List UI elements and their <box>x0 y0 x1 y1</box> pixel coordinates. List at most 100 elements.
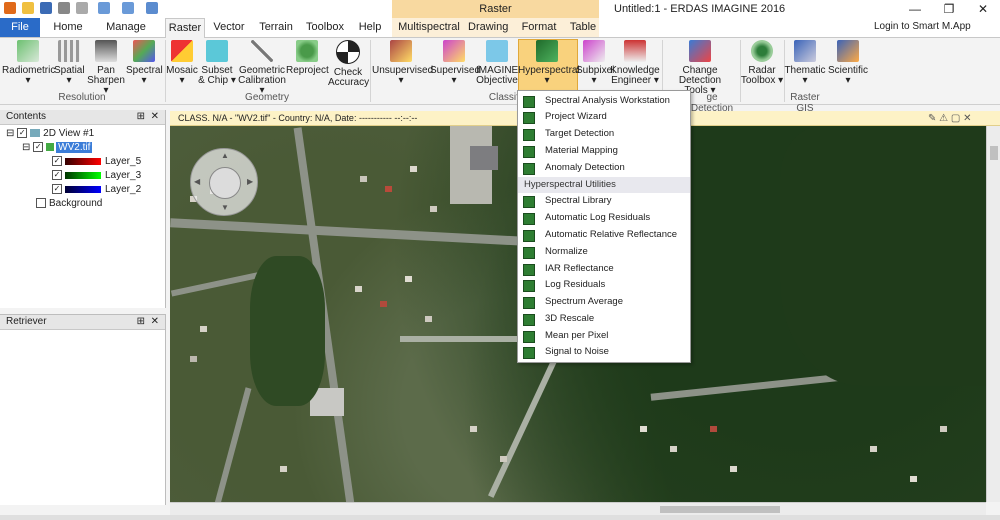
pan-up-icon[interactable]: ▲ <box>221 151 229 160</box>
pin-icon[interactable]: ⊞ <box>137 110 145 124</box>
tab-help[interactable]: Help <box>356 18 384 37</box>
tab-manage-data[interactable]: Manage Data <box>95 18 157 52</box>
subpixel-button[interactable]: Subpixel ▾ <box>576 40 614 86</box>
menu-item-automatic-relative-reflectance[interactable]: Automatic Relative Reflectance <box>518 227 690 243</box>
thematic-button[interactable]: Thematic ▾ <box>784 40 826 86</box>
maximize-button[interactable]: ❐ <box>934 1 964 17</box>
tab-file[interactable]: File <box>0 18 40 37</box>
hyperspectral-button[interactable]: Hyperspectral ▾ <box>518 40 580 86</box>
red-ramp <box>65 157 101 165</box>
close-panel-icon[interactable]: ✕ <box>151 315 159 329</box>
radiometric-button[interactable]: Radiometric ▾ <box>2 40 55 86</box>
layer-row[interactable]: ✓ Layer_5 <box>52 155 141 169</box>
spectral-button[interactable]: Spectral ▾ <box>126 40 163 86</box>
change-detection-tools-button[interactable]: Change Detection Tools ▾ <box>662 40 738 96</box>
unsupervised-icon <box>390 40 412 62</box>
pan-sharpen-button[interactable]: Pan Sharpen ▾ <box>86 40 126 96</box>
layer-checkbox[interactable]: ✓ <box>52 156 62 167</box>
zoom-out-icon[interactable] <box>122 2 134 14</box>
pan-right-icon[interactable]: ▶ <box>247 177 253 186</box>
tab-home[interactable]: Home <box>48 18 88 37</box>
tab-drawing[interactable]: Drawing <box>468 18 508 37</box>
menu-item-material-mapping[interactable]: Material Mapping <box>518 143 690 159</box>
open-icon[interactable] <box>22 2 34 14</box>
navigation-compass[interactable]: ▲ ▼ ◀ ▶ <box>190 148 258 216</box>
hyperspectral-cube-icon <box>523 196 535 208</box>
check-accuracy-button[interactable]: Check Accuracy <box>328 40 369 88</box>
undo-icon[interactable] <box>58 2 70 14</box>
layer-checkbox[interactable]: ✓ <box>52 184 62 195</box>
scientific-button[interactable]: Scientific ▾ <box>826 40 870 86</box>
background-checkbox[interactable] <box>36 198 46 209</box>
file-node[interactable]: ⊟ ✓ WV2.tif <box>22 141 93 155</box>
menu-item-normalize[interactable]: Normalize <box>518 244 690 260</box>
menu-item-spectral-library[interactable]: Spectral Library <box>518 193 690 209</box>
pin-icon[interactable]: ⊞ <box>137 315 145 329</box>
menu-item-automatic-log-residuals[interactable]: Automatic Log Residuals <box>518 210 690 226</box>
scroll-thumb[interactable] <box>660 506 780 513</box>
login-link[interactable]: Login to Smart M.App <box>874 21 971 32</box>
menu-item-iar-reflectance[interactable]: IAR Reflectance <box>518 261 690 277</box>
house-roof <box>360 176 367 182</box>
supervised-icon <box>443 40 465 62</box>
menu-item-mean-per-pixel[interactable]: Mean per Pixel <box>518 328 690 344</box>
scientific-icon <box>837 40 859 62</box>
menu-item-3d-rescale[interactable]: 3D Rescale <box>518 311 690 327</box>
pan-down-icon[interactable]: ▼ <box>221 203 229 212</box>
layer-label: Layer_5 <box>105 156 142 167</box>
minimize-button[interactable]: — <box>900 1 930 17</box>
horizontal-scrollbar[interactable] <box>170 502 986 516</box>
tab-format[interactable]: Format <box>521 18 557 37</box>
geometric-calibration-button[interactable]: Geometric Calibration ▾ <box>236 40 288 96</box>
knowledge-engineer-button[interactable]: Knowledge Engineer ▾ <box>610 40 660 86</box>
tab-multispectral[interactable]: Multispectral <box>398 18 460 37</box>
subset-chip-button[interactable]: Subset & Chip ▾ <box>198 40 236 86</box>
layer-row[interactable]: ✓ Layer_3 <box>52 169 141 183</box>
contents-header: Contents ⊞ ✕ <box>0 110 165 125</box>
tab-vector[interactable]: Vector <box>211 18 247 37</box>
house-roof <box>355 286 362 292</box>
close-button[interactable]: ✕ <box>968 1 998 17</box>
house-roof <box>640 426 647 432</box>
contextual-tab-header: Raster <box>392 0 599 18</box>
supervised-button[interactable]: Supervised ▾ <box>430 40 480 86</box>
menu-item-project-wizard[interactable]: Project Wizard <box>518 109 690 125</box>
menu-item-spectrum-average[interactable]: Spectrum Average <box>518 294 690 310</box>
pan-sharpen-icon <box>95 40 117 62</box>
menu-item-signal-to-noise[interactable]: Signal to Noise <box>518 344 690 360</box>
menu-item-log-residuals[interactable]: Log Residuals <box>518 277 690 293</box>
layer-checkbox[interactable]: ✓ <box>52 170 62 181</box>
save-icon[interactable] <box>40 2 52 14</box>
pan-icon[interactable] <box>146 2 158 14</box>
scroll-thumb[interactable] <box>990 146 998 160</box>
knowledge-engineer-icon <box>624 40 646 62</box>
view-checkbox[interactable]: ✓ <box>17 128 28 139</box>
menu-item-spectral-analysis-workstation[interactable]: Spectral Analysis Workstation <box>518 93 690 109</box>
imagine-objective-button[interactable]: IMAGINE Objective <box>476 40 518 86</box>
radar-toolbox-button[interactable]: Radar Toolbox ▾ <box>740 40 784 86</box>
close-panel-icon[interactable]: ✕ <box>151 110 159 124</box>
view-node[interactable]: ⊟ ✓ 2D View #1 <box>6 127 94 141</box>
tab-table[interactable]: Table <box>568 18 598 37</box>
menu-item-anomaly-detection[interactable]: Anomaly Detection <box>518 160 690 176</box>
tab-toolbox[interactable]: Toolbox <box>304 18 346 37</box>
viewer-tool-icons[interactable]: ✎ ⚠ ▢ ✕ <box>928 113 972 124</box>
pointer-icon[interactable] <box>76 2 88 14</box>
background-node[interactable]: Background <box>36 197 102 211</box>
file-checkbox[interactable]: ✓ <box>33 142 44 153</box>
pan-left-icon[interactable]: ◀ <box>194 177 200 186</box>
spatial-button[interactable]: Spatial ▾ <box>54 40 85 86</box>
zoom-control[interactable] <box>209 167 241 199</box>
zoom-in-icon[interactable] <box>98 2 110 14</box>
app-icon[interactable] <box>4 2 16 14</box>
tab-raster[interactable]: Raster <box>165 18 205 39</box>
reproject-button[interactable]: Reproject <box>286 40 329 76</box>
tab-terrain[interactable]: Terrain <box>256 18 296 37</box>
mosaic-button[interactable]: Mosaic ▾ <box>166 40 198 86</box>
vertical-scrollbar[interactable] <box>986 126 1000 502</box>
green-ramp <box>65 171 101 179</box>
thematic-icon <box>794 40 816 62</box>
layer-row[interactable]: ✓ Layer_2 <box>52 183 141 197</box>
menu-item-target-detection[interactable]: Target Detection <box>518 126 690 142</box>
unsupervised-button[interactable]: Unsupervised ▾ <box>372 40 433 86</box>
